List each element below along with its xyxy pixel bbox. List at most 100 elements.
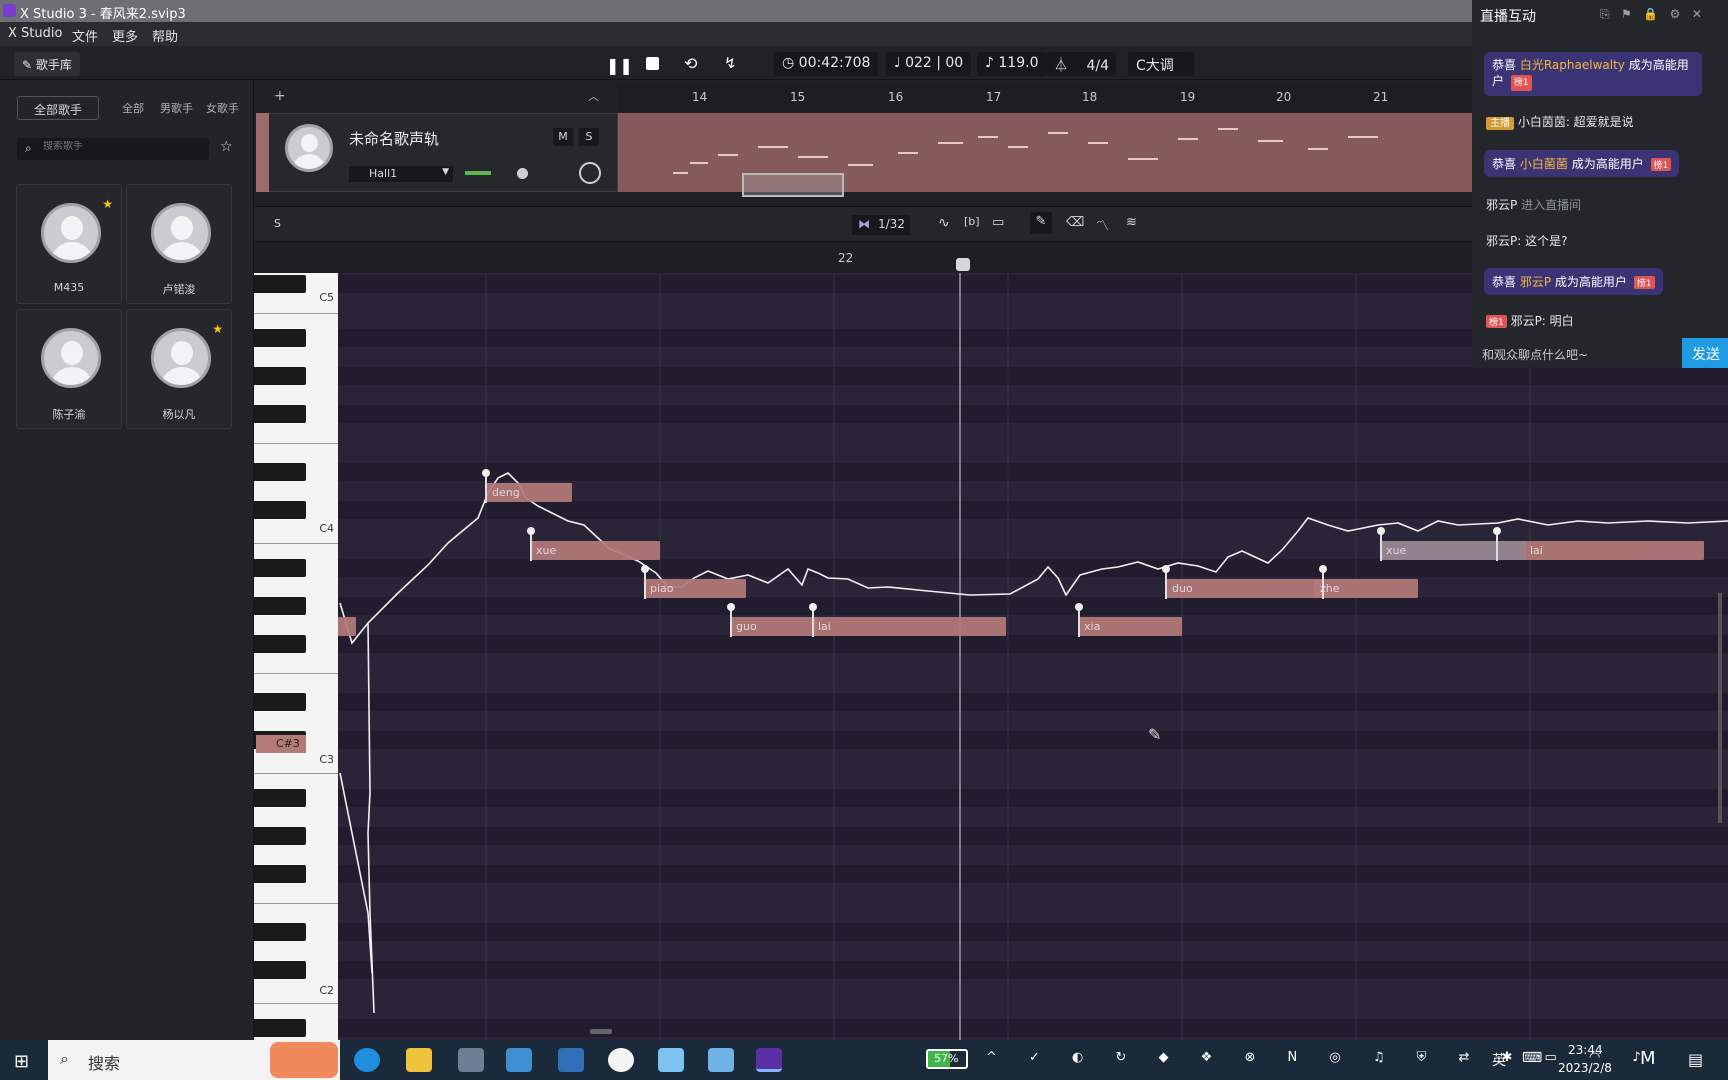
singer-card-chen[interactable]: 陈子渝	[16, 309, 122, 429]
follow-icon[interactable]: ↯	[724, 54, 737, 72]
track-header[interactable]: 未命名歌声轨 M S Hall1 ▼	[256, 113, 618, 192]
singer-search-input[interactable]	[43, 141, 203, 152]
singer-card-lu[interactable]: 卢锘浚	[126, 184, 232, 304]
black-key[interactable]	[254, 501, 306, 519]
note-pin[interactable]	[641, 565, 649, 599]
singer-card-m435[interactable]: ★ M435	[16, 184, 122, 304]
app-icon[interactable]	[708, 1048, 734, 1072]
time-display[interactable]: ◷ 00:42:708	[774, 52, 879, 76]
solo-button[interactable]: S	[579, 128, 599, 146]
black-key[interactable]	[254, 367, 306, 385]
note-pin[interactable]	[1075, 603, 1083, 637]
black-key[interactable]	[254, 635, 306, 653]
menu-more[interactable]: 更多	[112, 26, 138, 45]
piano-keyboard[interactable]: C5 C4 C3 C2 C#3	[254, 273, 338, 1040]
horizontal-scrollbar[interactable]	[590, 1029, 612, 1034]
black-key[interactable]	[254, 865, 306, 883]
battery-indicator[interactable]: 57%	[926, 1049, 968, 1069]
note[interactable]: lai	[812, 617, 1006, 636]
note-pin[interactable]	[1377, 527, 1385, 561]
black-key[interactable]	[254, 463, 306, 481]
note[interactable]: duo	[1166, 579, 1324, 598]
piano-roll-grid[interactable]: deng xue piao guo lai xia duo zhe xue la…	[338, 273, 1728, 1040]
note-pin[interactable]	[482, 469, 490, 503]
phoneme-icon[interactable]: [b]	[964, 215, 980, 228]
note[interactable]: piao	[644, 579, 746, 598]
stop-icon[interactable]	[646, 57, 659, 70]
app-icon[interactable]	[608, 1048, 634, 1072]
volume-knob[interactable]	[579, 162, 601, 184]
black-key[interactable]	[254, 827, 306, 845]
singer-search[interactable]: ⌕	[17, 138, 209, 160]
edge-icon[interactable]	[354, 1048, 380, 1072]
all-singers-button[interactable]: 全部歌手	[17, 96, 99, 120]
s-button[interactable]: S	[274, 217, 281, 230]
vibrato-icon[interactable]: ≋	[1126, 215, 1137, 230]
note[interactable]: guo	[730, 617, 816, 636]
menu-help[interactable]: 帮助	[152, 26, 178, 45]
tab-female[interactable]: 女歌手	[206, 100, 239, 116]
tab-male[interactable]: 男歌手	[160, 100, 193, 116]
black-key[interactable]	[254, 923, 306, 941]
store-icon[interactable]	[506, 1048, 532, 1072]
ime-indicator[interactable]: 英	[1492, 1050, 1506, 1070]
chat-input[interactable]: 和观众聊点什么吧~	[1482, 346, 1588, 363]
pause-icon[interactable]: ❚❚	[606, 56, 633, 75]
menu-file[interactable]: 文件	[72, 26, 98, 45]
windows-start-icon[interactable]: ⊞	[14, 1051, 29, 1072]
panel-icon[interactable]: ▭	[992, 215, 1004, 230]
note-pin[interactable]	[1319, 565, 1327, 599]
calculator-icon[interactable]	[458, 1048, 484, 1072]
note-pin[interactable]	[1493, 527, 1501, 561]
tab-all[interactable]: 全部	[122, 100, 144, 116]
add-track-icon[interactable]: +	[274, 88, 286, 104]
black-key[interactable]	[254, 789, 306, 807]
curve-icon[interactable]: ∿	[938, 215, 950, 231]
loop-icon[interactable]: ⟲	[684, 54, 697, 73]
xstudio-taskbar-icon[interactable]	[756, 1048, 782, 1072]
black-key[interactable]	[254, 597, 306, 615]
vertical-scrollbar[interactable]	[1718, 593, 1722, 823]
note[interactable]: xia	[1078, 617, 1182, 636]
eraser-icon[interactable]: ⌫	[1066, 215, 1084, 230]
pencil-tool-icon[interactable]: ✎	[1030, 212, 1052, 234]
black-key[interactable]	[254, 275, 306, 293]
note-pin[interactable]	[727, 603, 735, 637]
note-pin[interactable]	[527, 527, 535, 561]
black-key[interactable]	[254, 693, 306, 711]
black-key[interactable]	[254, 405, 306, 423]
timesig-display[interactable]: ⏃ 4/4	[1046, 52, 1116, 76]
taskbar-search[interactable]: ⌕ 搜索	[48, 1040, 340, 1080]
track-name[interactable]: 未命名歌声轨	[349, 128, 439, 149]
chat-control-icons[interactable]: ⎘ ⚑ 🔒 ⚙ ✕	[1600, 7, 1702, 22]
note-pin[interactable]	[1162, 565, 1170, 599]
quantize-select[interactable]: ⧓ 1/32	[852, 215, 910, 235]
send-button[interactable]: 发送	[1682, 338, 1728, 368]
favorite-icon[interactable]: ☆	[220, 139, 233, 155]
tempo-display[interactable]: ♪ 119.0	[977, 52, 1047, 76]
reverb-select[interactable]: Hall1 ▼	[349, 166, 453, 182]
file-explorer-icon[interactable]	[406, 1048, 432, 1072]
mute-button[interactable]: M	[553, 128, 573, 146]
app-icon[interactable]	[658, 1048, 684, 1072]
app-icon[interactable]	[558, 1048, 584, 1072]
pitch-line-icon[interactable]: 〽	[1096, 215, 1109, 234]
notification-icon[interactable]: ▤	[1688, 1050, 1703, 1069]
viewport-indicator[interactable]	[742, 173, 844, 197]
note-pin[interactable]	[809, 603, 817, 637]
black-key[interactable]	[254, 329, 306, 347]
note[interactable]: zhe	[1314, 579, 1418, 598]
pan-knob[interactable]	[517, 168, 528, 179]
keyboard-icon[interactable]: ⌨	[1522, 1050, 1542, 1066]
note[interactable]: xue	[530, 541, 660, 560]
menu-xstudio[interactable]: X Studio	[8, 26, 62, 41]
collapse-icon[interactable]: ︿	[588, 88, 599, 104]
position-display[interactable]: ♩ 022 | 00	[886, 52, 972, 76]
black-key[interactable]	[254, 961, 306, 979]
note[interactable]: deng	[486, 483, 572, 502]
singer-library-button[interactable]: ✎ 歌手库	[14, 52, 80, 76]
clock-time[interactable]: 23:44	[1568, 1043, 1603, 1057]
clock-date[interactable]: 2023/2/8	[1558, 1061, 1612, 1075]
playhead-handle[interactable]	[956, 258, 970, 271]
black-key[interactable]	[254, 559, 306, 577]
